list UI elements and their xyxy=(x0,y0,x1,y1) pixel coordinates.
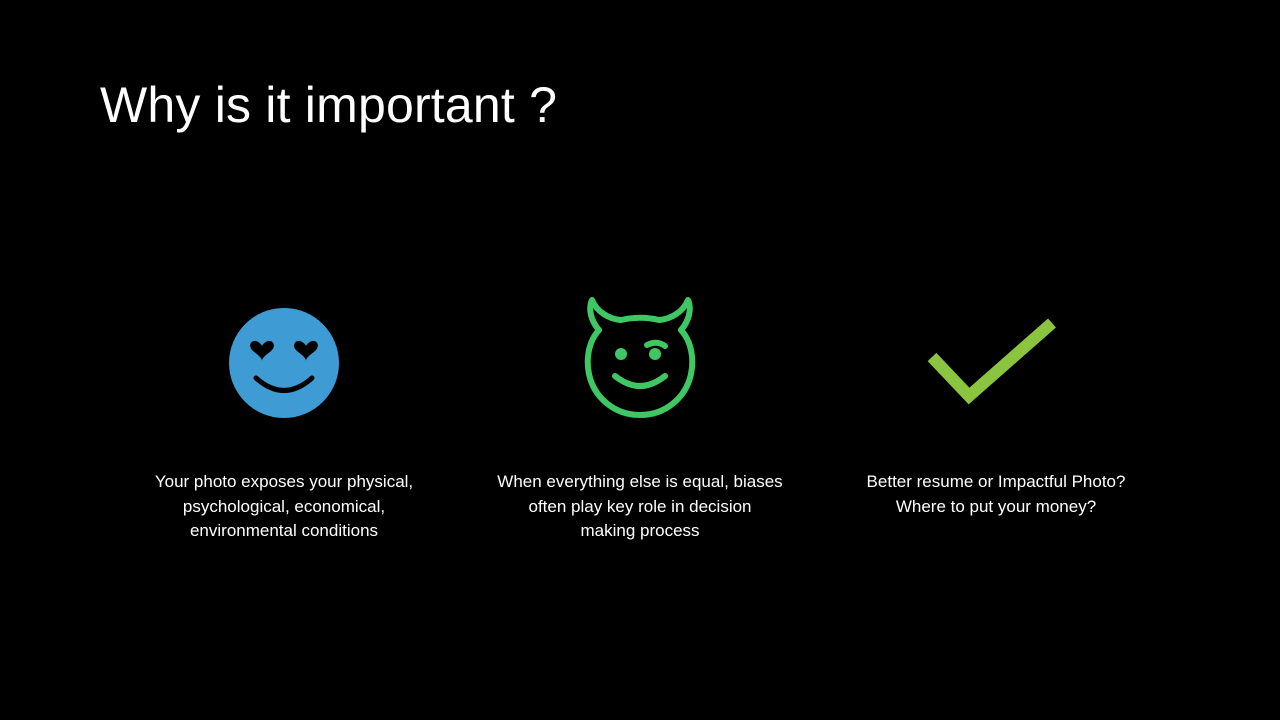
point-column-physical: Your photo exposes your physical, psycho… xyxy=(124,290,444,544)
slide-title: Why is it important ? xyxy=(100,77,558,133)
slide: Why is it important ? Your photo exposes… xyxy=(0,0,1280,720)
point-column-biases: When everything else is equal, biases of… xyxy=(480,290,800,544)
point-column-investment: Better resume or Impactful Photo? Where … xyxy=(836,290,1156,519)
smiling-face-with-heart-eyes-icon xyxy=(229,308,339,418)
point-caption: Better resume or Impactful Photo? Where … xyxy=(866,472,1126,516)
smiling-devil-face-icon xyxy=(584,297,696,418)
point-caption: When everything else is equal, biases of… xyxy=(497,472,783,540)
checkmark-icon xyxy=(927,318,1056,405)
point-caption: Your photo exposes your physical, psycho… xyxy=(154,472,414,540)
